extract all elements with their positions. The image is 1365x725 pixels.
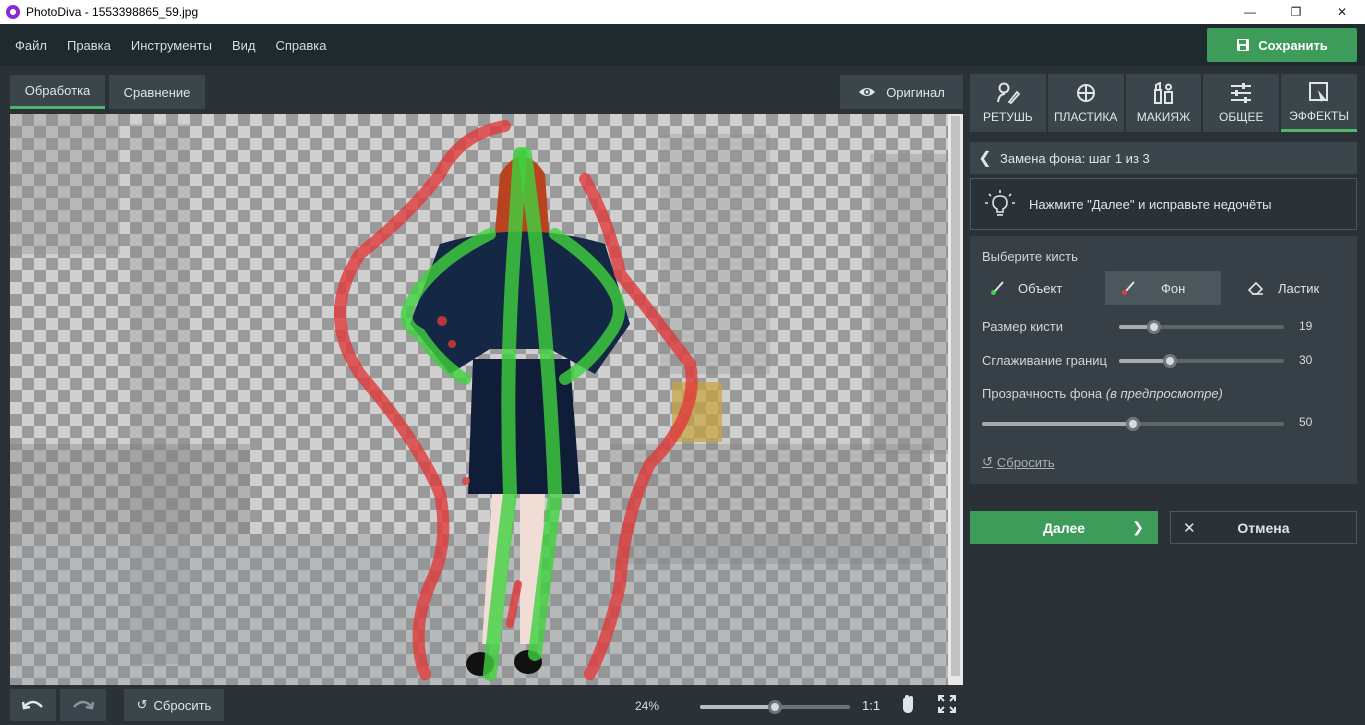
smoothing-value: 30 — [1299, 353, 1313, 367]
opacity-slider-fill — [982, 422, 1133, 426]
brush-eraser-button[interactable]: Ластик — [1228, 271, 1356, 305]
menu-edit[interactable]: Правка — [57, 38, 121, 53]
tool-tabs: РЕТУШЬ ПЛАСТИКА МАКИЯЖ ОБЩЕЕ ЭФФЕКТЫ — [970, 74, 1357, 132]
opacity-value: 50 — [1299, 415, 1313, 429]
view-toolbar: Обработка Сравнение Оригинал — [0, 66, 963, 114]
hand-icon[interactable] — [900, 695, 916, 715]
original-button-label: Оригинал — [886, 84, 945, 100]
tool-effects[interactable]: ЭФФЕКТЫ — [1281, 74, 1357, 132]
zoom-slider-fill — [700, 705, 775, 709]
redo-button[interactable] — [60, 689, 106, 721]
undo-button[interactable] — [10, 689, 56, 721]
brush-background-label: Фон — [1161, 280, 1186, 296]
cancel-button[interactable]: ✕ Отмена — [1170, 511, 1357, 544]
vertical-scrollbar[interactable] — [948, 114, 963, 685]
reset-button[interactable]: ↺ Сбросить — [124, 689, 224, 721]
hint-box: Нажмите "Далее" и исправьте недочёты — [970, 178, 1357, 230]
tab-process[interactable]: Обработка — [10, 75, 105, 109]
window-title: PhotoDiva - 1553398865_59.jpg — [26, 5, 199, 19]
bottom-toolbar: ↺ Сбросить 24% 1:1 — [0, 685, 963, 725]
brush-size-slider[interactable] — [1119, 320, 1284, 334]
brush-size-value: 19 — [1299, 319, 1313, 333]
retouch-icon — [996, 82, 1020, 104]
zoom-slider[interactable] — [700, 700, 850, 714]
eye-icon — [859, 88, 876, 96]
plastic-icon — [1076, 84, 1095, 102]
chevron-right-icon: ❯ — [1132, 519, 1144, 535]
brush-background-button[interactable]: Фон — [1105, 271, 1221, 305]
tool-plastic[interactable]: ПЛАСТИКА — [1047, 74, 1124, 132]
smoothing-slider[interactable] — [1119, 354, 1284, 368]
brush-panel: Выберите кисть Объект Фон Ластик Размер … — [970, 236, 1357, 484]
redo-icon — [73, 700, 94, 710]
sliders-icon — [1231, 83, 1252, 103]
brush-object-label: Объект — [1018, 280, 1063, 296]
restore-icon[interactable]: ❐ — [1273, 0, 1319, 24]
tool-effects-label: ЭФФЕКТЫ — [1289, 108, 1349, 123]
close-x-icon: ✕ — [1183, 519, 1196, 537]
brush-eraser-label: Ластик — [1278, 280, 1320, 296]
tool-retouch-label: РЕТУШЬ — [982, 110, 1033, 124]
menu-view[interactable]: Вид — [222, 38, 266, 53]
reset-small-icon: ↺ — [982, 454, 993, 469]
tool-retouch[interactable]: РЕТУШЬ — [970, 74, 1046, 132]
tab-compare[interactable]: Сравнение — [109, 75, 205, 109]
step-title: Замена фона: шаг 1 из 3 — [1000, 150, 1150, 166]
save-button[interactable]: Сохранить — [1207, 28, 1357, 62]
opacity-label: Прозрачность фона (в предпросмотре) — [982, 386, 1223, 401]
smoothing-label: Сглаживание границ — [982, 353, 1107, 368]
eraser-icon — [1248, 281, 1264, 295]
original-button[interactable]: Оригинал — [840, 75, 963, 109]
opacity-slider[interactable] — [982, 417, 1284, 431]
opacity-slider-knob[interactable] — [1126, 417, 1140, 431]
image-canvas[interactable] — [10, 114, 963, 685]
lightbulb-icon — [985, 190, 1015, 216]
opacity-label-note: (в предпросмотре) — [1105, 386, 1223, 401]
app-icon — [6, 5, 20, 19]
brush-size-label: Размер кисти — [982, 319, 1063, 334]
brush-green-icon — [991, 281, 1004, 295]
brush-object-button[interactable]: Объект — [970, 271, 1098, 305]
undo-icon — [22, 700, 43, 710]
brush-size-slider-knob[interactable] — [1146, 320, 1161, 334]
makeup-icon — [1154, 82, 1174, 104]
save-button-label: Сохранить — [1258, 37, 1328, 53]
menu-bar: Файл Правка Инструменты Вид Справка Сохр… — [0, 24, 1365, 66]
cancel-button-label: Отмена — [1237, 519, 1290, 536]
tool-general-label: ОБЩЕЕ — [1219, 110, 1264, 124]
brush-choose-label: Выберите кисть — [982, 249, 1078, 264]
tool-makeup[interactable]: МАКИЯЖ — [1125, 74, 1202, 132]
title-bar: PhotoDiva - 1553398865_59.jpg — ❐ ✕ — [0, 0, 1365, 24]
reset-settings-label: Сбросить — [996, 454, 1055, 470]
minimize-icon[interactable]: — — [1227, 0, 1273, 24]
floppy-icon — [1237, 39, 1250, 51]
tool-plastic-label: ПЛАСТИКА — [1053, 110, 1118, 124]
opacity-label-text: Прозрачность фона — [982, 386, 1103, 401]
photo-overlay — [10, 114, 948, 685]
reset-settings-link[interactable]: ↺ Сбросить — [982, 454, 1055, 470]
reset-icon: ↺ — [136, 697, 148, 712]
step-header: ❮ Замена фона: шаг 1 из 3 — [970, 142, 1357, 174]
effects-icon — [1309, 81, 1329, 102]
hint-text: Нажмите "Далее" и исправьте недочёты — [1029, 196, 1272, 212]
zoom-slider-knob[interactable] — [768, 700, 782, 714]
smoothing-slider-knob[interactable] — [1163, 354, 1178, 368]
close-icon[interactable]: ✕ — [1319, 0, 1365, 24]
tool-general[interactable]: ОБЩЕЕ — [1203, 74, 1280, 132]
brush-red-icon — [1122, 281, 1135, 295]
menu-file[interactable]: Файл — [0, 38, 57, 53]
scrollbar-thumb[interactable] — [951, 116, 960, 676]
menu-help[interactable]: Справка — [265, 38, 336, 53]
reset-button-label: Сбросить — [153, 697, 212, 713]
fullscreen-icon[interactable] — [938, 695, 956, 713]
next-button-label: Далее — [1042, 519, 1086, 536]
menu-tools[interactable]: Инструменты — [121, 38, 222, 53]
actual-size-button[interactable]: 1:1 — [862, 698, 880, 713]
back-chevron-icon[interactable]: ❮ — [970, 148, 1000, 168]
right-panel: РЕТУШЬ ПЛАСТИКА МАКИЯЖ ОБЩЕЕ ЭФФЕКТЫ ❮ З… — [963, 66, 1365, 725]
tool-makeup-label: МАКИЯЖ — [1136, 110, 1191, 124]
zoom-level: 24% — [635, 699, 660, 713]
next-button[interactable]: Далее ❯ — [970, 511, 1158, 544]
